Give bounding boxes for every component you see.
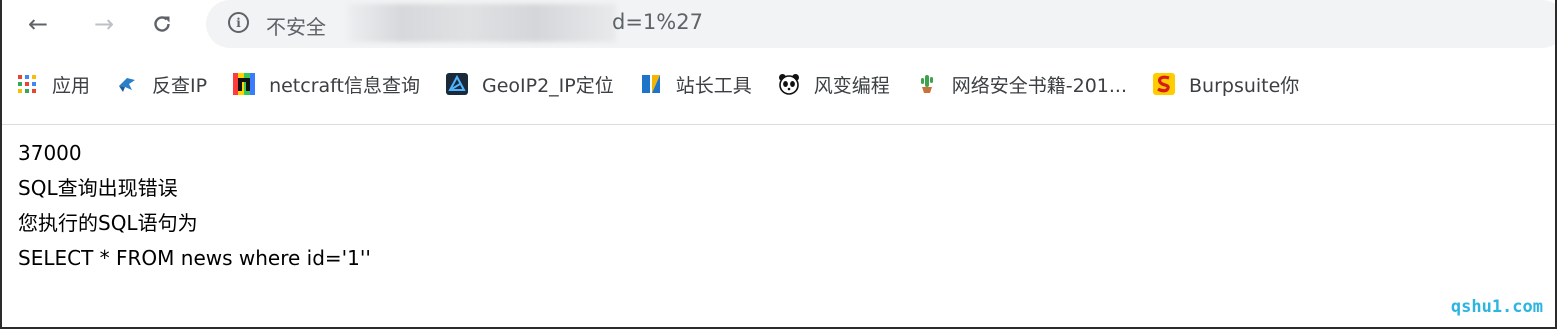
arrow-right-icon: → xyxy=(93,10,115,38)
bookmark-label: 站长工具 xyxy=(675,74,752,97)
address-bar[interactable]: i 不安全 d=1%27 xyxy=(206,0,1555,48)
bookmark-chinaz[interactable]: 站长工具 xyxy=(626,64,764,104)
security-status[interactable]: 不安全 xyxy=(266,11,326,40)
geoip-icon xyxy=(445,73,468,95)
error-code: 37000 xyxy=(18,141,82,165)
error-title: SQL查询出现错误 xyxy=(18,176,178,200)
bookmark-label: 应用 xyxy=(52,74,91,97)
url-redacted xyxy=(348,4,616,42)
bookmark-reverse-ip[interactable]: 反查IP xyxy=(102,64,219,104)
watermark: qshu1.com xyxy=(1450,297,1543,317)
browser-window: ← → i 不安全 d=1%27 应用 反查IP netcraft信息查询 Ge… xyxy=(0,0,1557,329)
bookmark-label: 反查IP xyxy=(152,74,208,97)
info-icon[interactable]: i xyxy=(228,12,249,33)
netcraft-icon xyxy=(233,73,256,95)
bookmark-netcraft[interactable]: netcraft信息查询 xyxy=(219,64,432,104)
url-text[interactable]: d=1%27 xyxy=(612,10,703,34)
bookmark-security-books[interactable]: 网络安全书籍-201... xyxy=(902,64,1139,104)
bookmark-label: 网络安全书籍-201... xyxy=(951,74,1127,97)
burp-icon xyxy=(1153,73,1175,95)
bookmark-burpsuite[interactable]: Burpsuite你 xyxy=(1139,64,1311,104)
arrow-left-icon: ← xyxy=(27,10,49,38)
bookmark-apps[interactable]: 应用 xyxy=(2,64,102,104)
bookmarks-divider xyxy=(2,124,1555,125)
bookmark-label: Burpsuite你 xyxy=(1189,74,1300,97)
bookmark-label: 风变编程 xyxy=(813,74,890,97)
page-content: 37000 SQL查询出现错误 您执行的SQL语句为 SELECT * FROM… xyxy=(18,136,371,276)
panda-icon xyxy=(778,73,800,95)
bookmark-label: GeoIP2_IP定位 xyxy=(481,74,614,97)
back-button[interactable]: ← xyxy=(20,6,56,42)
bookmark-fengbian[interactable]: 风变编程 xyxy=(764,64,902,104)
bookmarks-bar: 应用 反查IP netcraft信息查询 GeoIP2_IP定位 站长工具 风变… xyxy=(2,60,1555,108)
reload-icon xyxy=(154,16,170,32)
browser-toolbar: ← → i 不安全 d=1%27 xyxy=(2,0,1555,52)
apps-grid-icon xyxy=(16,73,38,95)
bookmark-geoip[interactable]: GeoIP2_IP定位 xyxy=(432,64,626,104)
bird-icon xyxy=(116,73,138,95)
reload-button[interactable] xyxy=(144,6,180,42)
sql-statement: SELECT * FROM news where id='1'' xyxy=(18,246,371,270)
sql-intro: 您执行的SQL语句为 xyxy=(18,211,198,235)
chinaz-icon xyxy=(639,73,662,95)
cactus-icon xyxy=(916,73,938,95)
bookmark-label: netcraft信息查询 xyxy=(269,74,420,97)
forward-button[interactable]: → xyxy=(86,6,122,42)
